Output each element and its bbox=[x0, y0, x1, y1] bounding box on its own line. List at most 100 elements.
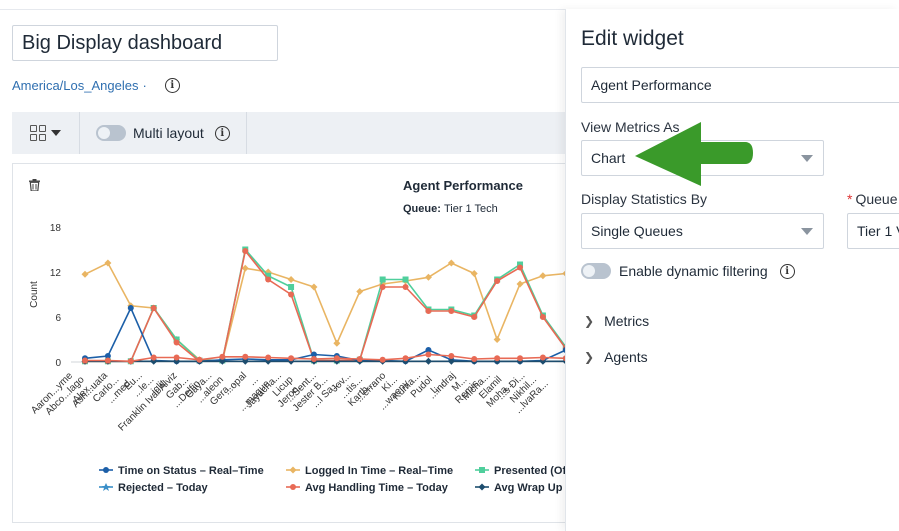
view-metrics-label: View Metrics As bbox=[581, 119, 680, 135]
data-point bbox=[494, 355, 501, 362]
data-point bbox=[539, 314, 546, 320]
timezone-selector[interactable]: America/Los_Angeles · i bbox=[12, 78, 180, 93]
widget-name-input[interactable]: Agent Performance bbox=[581, 67, 899, 103]
data-point bbox=[219, 353, 226, 360]
chart-title: Agent Performance bbox=[403, 178, 523, 193]
data-point bbox=[517, 355, 524, 362]
data-point bbox=[424, 357, 432, 365]
legend-swatch-marker bbox=[479, 467, 485, 473]
chevron-down-icon bbox=[801, 228, 813, 235]
legend-entry-label: Presented (Off bbox=[494, 465, 570, 477]
view-metrics-select[interactable]: Chart bbox=[581, 140, 824, 176]
data-point bbox=[356, 356, 363, 362]
data-point bbox=[493, 336, 501, 343]
view-metrics-value: Chart bbox=[591, 150, 626, 166]
y-axis-label: Count bbox=[29, 281, 40, 308]
y-tick-label: 6 bbox=[55, 313, 61, 324]
queue-select[interactable]: Tier 1 V bbox=[847, 213, 899, 249]
data-point bbox=[425, 351, 432, 358]
data-point bbox=[517, 264, 524, 271]
agent-performance-widget: Agent Performance Queue: Tier 1 Tech 0 6 12 1… bbox=[12, 163, 573, 523]
data-point bbox=[265, 276, 272, 283]
legend-entry-label: Time on Status – Real–Time bbox=[118, 465, 264, 477]
agents-expander[interactable]: ❯ Agents bbox=[584, 349, 648, 365]
queue-label-text: Queue bbox=[855, 191, 898, 207]
data-point bbox=[196, 356, 203, 363]
dashboard-title-input[interactable]: Big Display dashboard bbox=[12, 25, 278, 61]
data-point bbox=[127, 358, 134, 365]
dynamic-filtering-label: Enable dynamic filtering bbox=[619, 263, 768, 279]
data-point bbox=[310, 356, 317, 362]
data-point bbox=[310, 283, 318, 291]
legend-swatch-marker bbox=[289, 466, 297, 474]
app-root: Big Display dashboard America/Los_Angele… bbox=[0, 0, 899, 531]
data-point bbox=[448, 353, 455, 359]
grid-icon bbox=[30, 125, 46, 141]
queue-label: * Queue bbox=[847, 191, 898, 207]
data-point bbox=[333, 355, 340, 362]
queue-value: Tier 1 V bbox=[857, 223, 899, 239]
data-point bbox=[287, 276, 295, 283]
layout-grid-button[interactable] bbox=[12, 112, 80, 154]
display-stats-value: Single Queues bbox=[591, 223, 683, 239]
legend-entry-label: Rejected – Today bbox=[118, 482, 209, 494]
y-tick-label: 12 bbox=[50, 268, 62, 279]
data-point bbox=[516, 280, 524, 288]
data-point bbox=[448, 308, 455, 314]
agent-performance-chart: Agent Performance Queue: Tier 1 Tech 0 6 12 1… bbox=[29, 178, 573, 494]
edit-widget-panel: Edit widget Agent Performance View Metri… bbox=[565, 9, 899, 531]
data-point bbox=[104, 357, 111, 364]
data-point bbox=[150, 354, 157, 361]
display-stats-label: Display Statistics By bbox=[581, 191, 708, 207]
legend-entry-label: Logged In Time – Real–Time bbox=[305, 465, 453, 477]
legend-entry-label: Avg Wrap Up T bbox=[494, 482, 573, 494]
legend-entry-label: Avg Handling Time – Today bbox=[305, 482, 449, 494]
multi-layout-toggle[interactable] bbox=[96, 125, 126, 141]
chart-queue-subtitle: Queue: Tier 1 Tech bbox=[403, 203, 498, 215]
chevron-right-icon: ❯ bbox=[584, 350, 595, 364]
display-stats-select[interactable]: Single Queues bbox=[581, 213, 824, 249]
data-point bbox=[288, 291, 295, 298]
multi-layout-label: Multi layout bbox=[133, 125, 204, 141]
multi-layout-info-icon[interactable]: i bbox=[214, 125, 230, 141]
data-point bbox=[379, 276, 386, 283]
dynamic-filtering-toggle[interactable] bbox=[581, 263, 611, 279]
chevron-right-icon: ❯ bbox=[584, 314, 595, 328]
metrics-label: Metrics bbox=[604, 313, 650, 329]
data-point bbox=[402, 355, 409, 362]
y-tick-label: 0 bbox=[55, 358, 61, 369]
data-point bbox=[288, 355, 295, 362]
data-point bbox=[471, 314, 478, 320]
data-point bbox=[379, 284, 386, 290]
data-point bbox=[242, 248, 249, 254]
panel-title: Edit widget bbox=[581, 27, 684, 50]
dashboard-toolbar: Multi layout i bbox=[12, 112, 572, 154]
dynamic-filtering-info-icon[interactable]: i bbox=[779, 263, 795, 279]
metrics-expander[interactable]: ❯ Metrics bbox=[584, 313, 649, 329]
data-point bbox=[402, 284, 409, 290]
data-point bbox=[471, 356, 478, 362]
data-point bbox=[173, 339, 180, 346]
series-line bbox=[85, 247, 573, 363]
data-point bbox=[265, 354, 272, 361]
data-point bbox=[333, 339, 341, 347]
legend-swatch-marker bbox=[478, 483, 486, 491]
timezone-separator: · bbox=[142, 78, 147, 93]
data-point bbox=[379, 356, 386, 363]
series-line bbox=[85, 249, 573, 363]
data-point bbox=[402, 276, 409, 283]
dynamic-filtering-row: Enable dynamic filtering i bbox=[581, 263, 795, 279]
chevron-down-icon bbox=[801, 155, 813, 162]
data-point bbox=[81, 270, 89, 278]
legend-swatch-marker bbox=[102, 483, 110, 491]
timezone-info-icon[interactable]: i bbox=[164, 78, 180, 93]
required-asterisk: * bbox=[847, 191, 853, 207]
data-point bbox=[425, 308, 432, 314]
data-point bbox=[242, 353, 249, 360]
timezone-label[interactable]: America/Los_Angeles bbox=[12, 78, 138, 93]
chevron-down-icon bbox=[51, 130, 61, 136]
data-point bbox=[539, 354, 546, 361]
data-point bbox=[539, 272, 547, 280]
data-point bbox=[104, 259, 112, 267]
legend-swatch-marker bbox=[290, 484, 296, 490]
